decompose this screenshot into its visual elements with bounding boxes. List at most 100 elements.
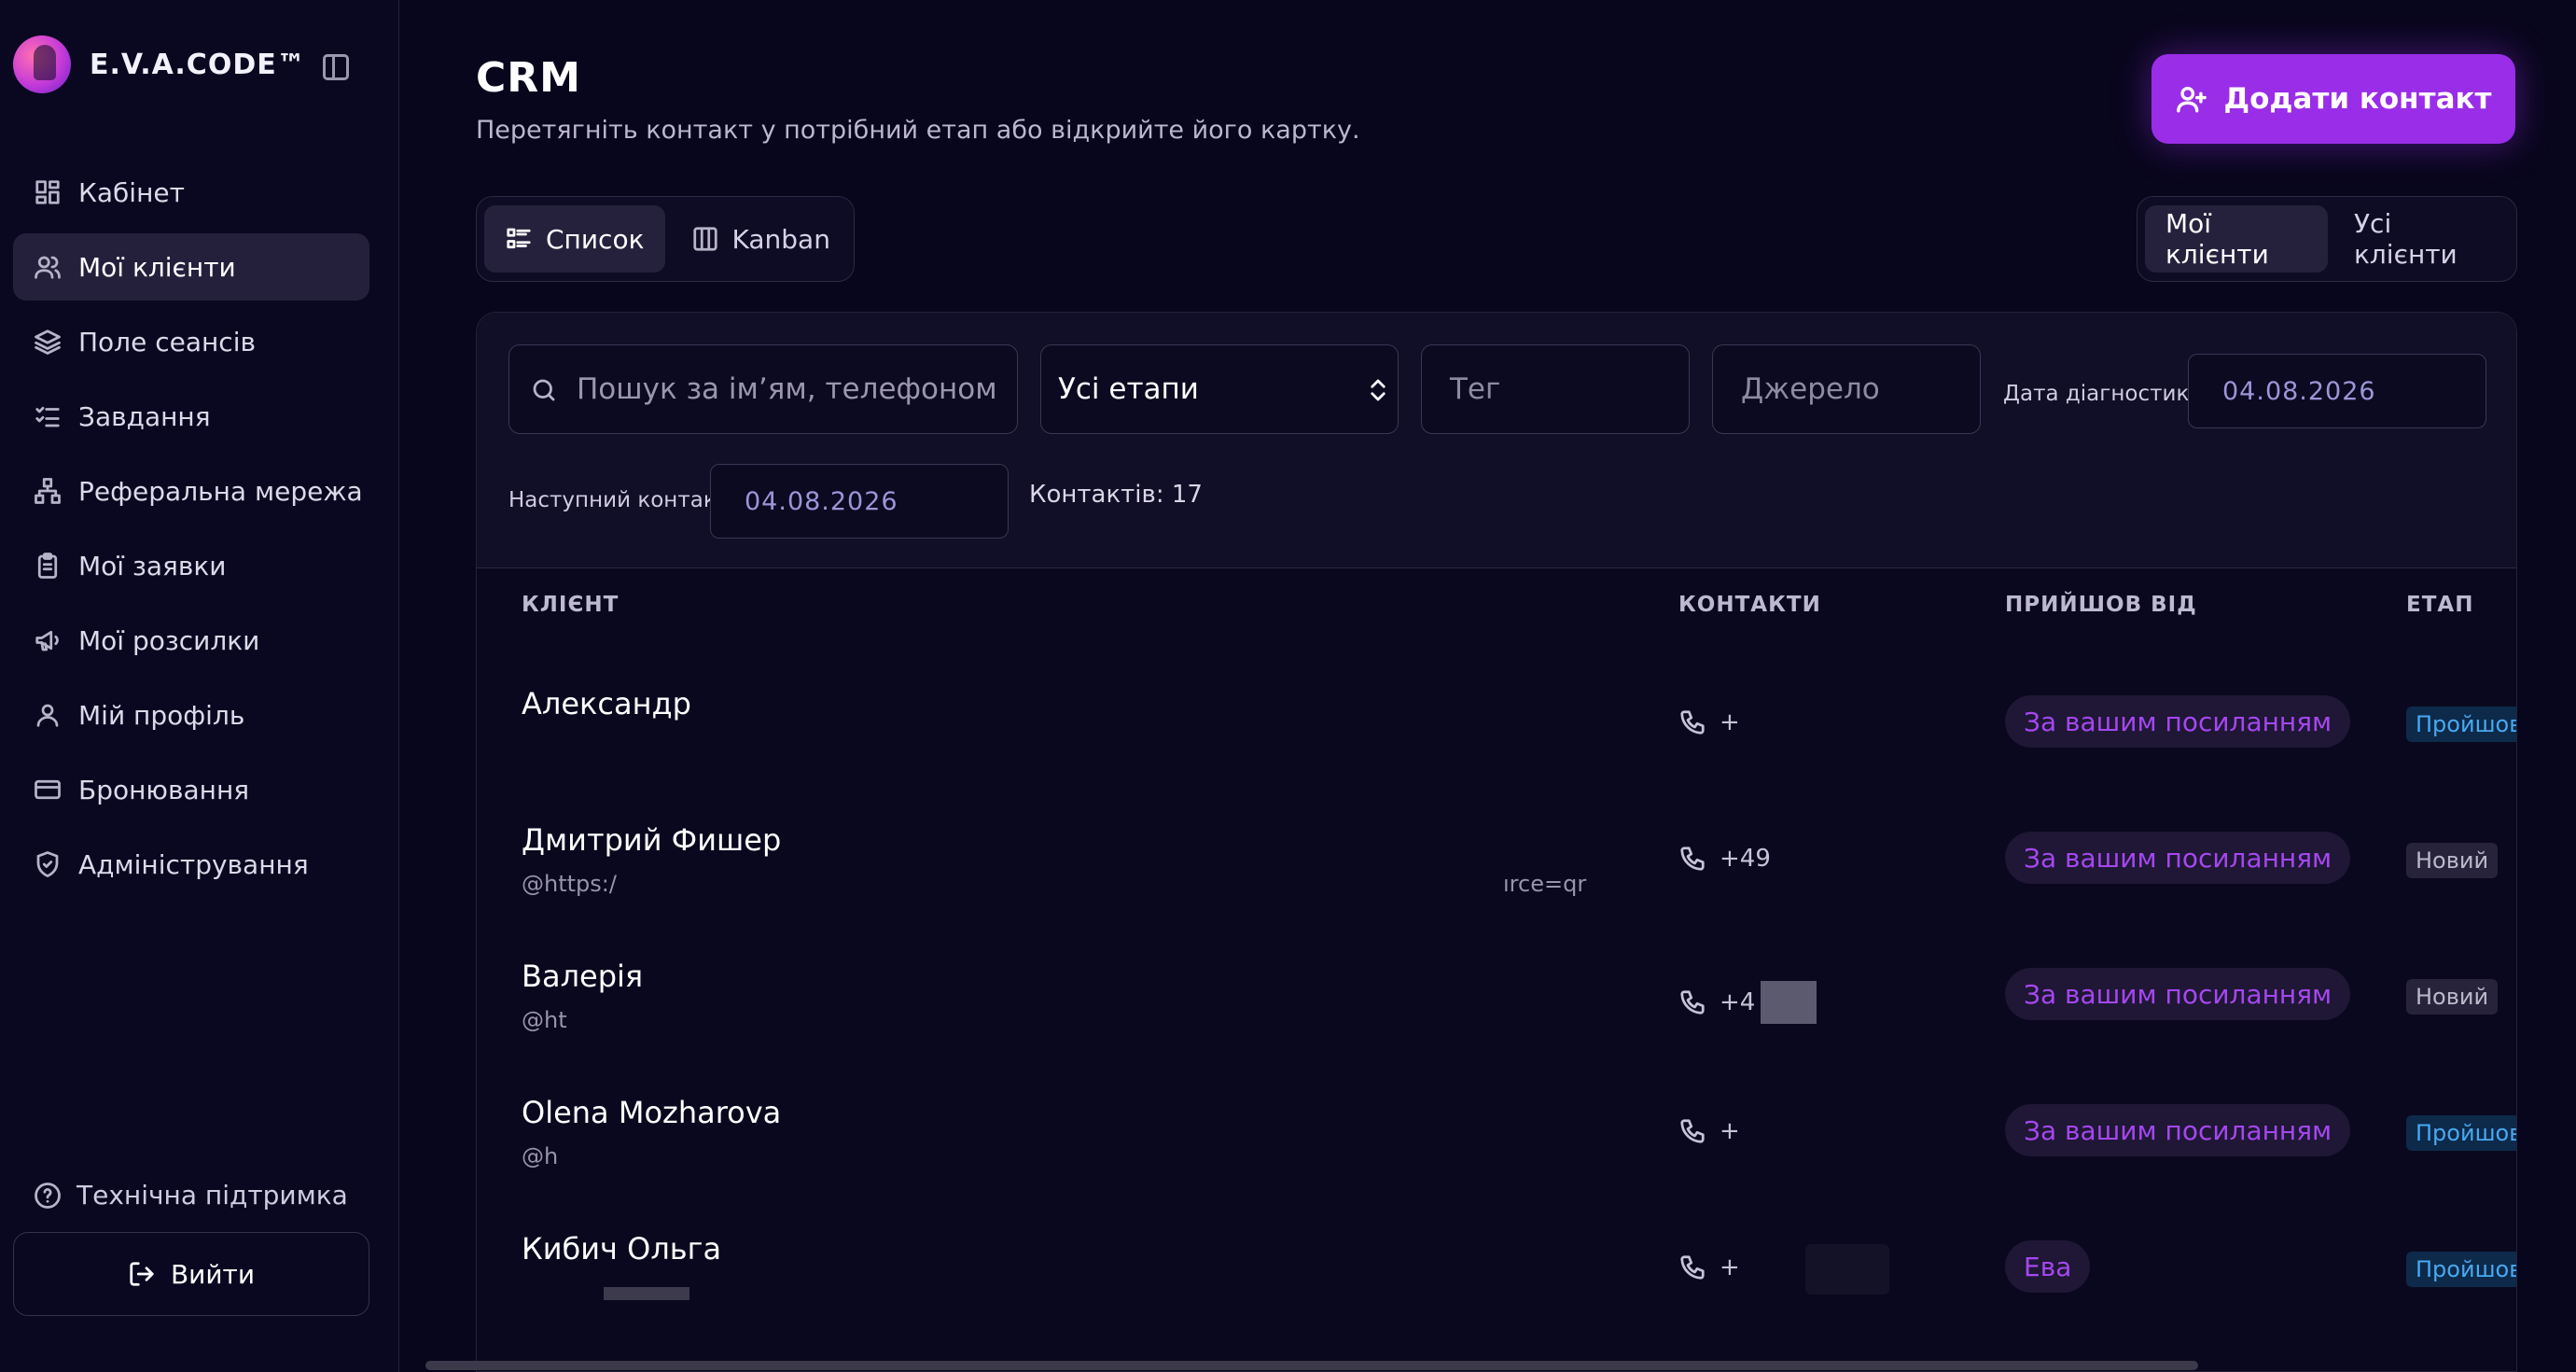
network-icon xyxy=(34,477,62,505)
sidebar-item-label: Мої заявки xyxy=(78,550,227,581)
filters-bar: Пошук за ім’ям, телефоном, є Усі етапи Т… xyxy=(477,313,2516,568)
add-contact-label: Додати контакт xyxy=(2223,82,2492,116)
table-row[interactable]: Olena Mozharova @h + За вашим посиланням… xyxy=(477,1069,2516,1205)
app: E.V.A.CODE™ Кабінет Мої клієнти Поле сеа… xyxy=(0,0,2576,1372)
scope-mine-button[interactable]: Мої клієнти xyxy=(2145,205,2328,273)
phone-icon xyxy=(1680,847,1705,871)
sidebar-item-profile[interactable]: Мій профіль xyxy=(13,681,369,749)
sidebar-item-mailings[interactable]: Мої розсилки xyxy=(13,607,369,674)
tag-input[interactable]: Тег xyxy=(1421,344,1690,434)
contacts-count: Контактів: 17 xyxy=(1029,481,1203,509)
stage-badge[interactable]: Пройшов xyxy=(2406,707,2516,742)
sidebar-item-my-clients[interactable]: Мої клієнти xyxy=(13,233,369,301)
view-toggle: Список Kanban xyxy=(476,196,855,282)
stage-select[interactable]: Усі етапи xyxy=(1040,344,1399,434)
logout-button[interactable]: Вийти xyxy=(13,1232,369,1316)
sidebar-item-tasks[interactable]: Завдання xyxy=(13,383,369,450)
client-name: Валерія xyxy=(522,959,644,994)
next-contact-label: Наступний контакт xyxy=(508,488,730,512)
table-row[interactable]: Дмитрий Фишер @https:/ ırce=qr +49 За ва… xyxy=(477,796,2516,932)
sidebar: E.V.A.CODE™ Кабінет Мої клієнти Поле сеа… xyxy=(0,0,399,1372)
sidebar-nav: Кабінет Мої клієнти Поле сеансів Завданн… xyxy=(13,159,369,905)
sidebar-item-label: Мої клієнти xyxy=(78,251,236,283)
list-icon xyxy=(505,225,533,253)
client-name: Кибич Ольга xyxy=(522,1231,722,1267)
user-icon xyxy=(34,701,62,729)
user-plus-icon xyxy=(2176,86,2207,113)
diagnostic-date-value: 04.08.2026 xyxy=(2222,376,2376,406)
client-phone[interactable]: + xyxy=(1678,1253,1740,1281)
add-contact-button[interactable]: Додати контакт xyxy=(2151,54,2515,144)
sidebar-item-admin[interactable]: Адміністрування xyxy=(13,831,369,898)
logout-icon xyxy=(128,1260,156,1288)
scope-all-button[interactable]: Усі клієнти xyxy=(2333,205,2509,273)
logo-icon xyxy=(13,35,71,93)
logout-label: Вийти xyxy=(170,1258,256,1290)
stage-badge[interactable]: Пройшов xyxy=(2406,1115,2516,1151)
search-input[interactable]: Пошук за ім’ям, телефоном, є xyxy=(508,344,1018,434)
stage-badge[interactable]: Пройшов xyxy=(2406,1252,2516,1287)
source-placeholder: Джерело xyxy=(1741,372,1880,406)
stage-select-value: Усі етапи xyxy=(1058,372,1199,406)
stage-badge[interactable]: Новий xyxy=(2406,843,2499,878)
phone-value: + xyxy=(1720,708,1740,736)
phone-icon xyxy=(1680,990,1705,1015)
phone-value: +4 xyxy=(1720,988,1756,1016)
support-label: Технічна підтримка xyxy=(77,1180,348,1211)
next-contact-date-input[interactable]: 04.08.2026 xyxy=(710,464,1009,539)
sidebar-item-requests[interactable]: Мої заявки xyxy=(13,532,369,599)
client-handle: @h xyxy=(522,1143,559,1169)
client-handle: @ht xyxy=(522,1007,567,1033)
sidebar-item-referral[interactable]: Реферальна мережа xyxy=(13,457,369,525)
scope-mine-label: Мої клієнти xyxy=(2165,208,2269,270)
client-phone[interactable]: +49 xyxy=(1678,845,1771,873)
phone-value: + xyxy=(1720,1253,1740,1281)
column-header-source[interactable]: ПРИЙШОВ ВІД xyxy=(2005,593,2197,617)
help-circle-icon xyxy=(34,1182,62,1210)
page-subtitle: Перетягніть контакт у потрібний етап або… xyxy=(476,116,1360,145)
source-chip: За вашим посиланням xyxy=(2005,832,2351,884)
sidebar-item-label: Поле сеансів xyxy=(78,326,256,357)
sidebar-item-dashboard[interactable]: Кабінет xyxy=(13,159,369,226)
tasks-icon xyxy=(34,402,62,430)
users-icon xyxy=(34,253,62,281)
sidebar-item-label: Мій профіль xyxy=(78,699,245,731)
horizontal-scrollbar[interactable] xyxy=(425,1361,2198,1370)
chevron-updown-icon xyxy=(1364,376,1392,404)
redaction-block xyxy=(1805,1244,1889,1295)
sidebar-item-booking[interactable]: Бронювання xyxy=(13,756,369,823)
diagnostic-date-label: Дата діагностики xyxy=(2003,382,2204,406)
sidebar-item-label: Бронювання xyxy=(78,774,250,805)
support-link[interactable]: Технічна підтримка xyxy=(34,1180,348,1211)
collapse-sidebar-icon[interactable] xyxy=(323,54,349,80)
view-list-button[interactable]: Список xyxy=(484,205,665,273)
sidebar-item-label: Реферальна мережа xyxy=(78,475,363,507)
sidebar-item-label: Кабінет xyxy=(78,176,185,208)
diagnostic-date-input[interactable]: 04.08.2026 xyxy=(2188,354,2486,428)
table-row[interactable]: Александр + За вашим посиланням Пройшов xyxy=(477,660,2516,796)
columns-icon xyxy=(691,225,719,253)
source-input[interactable]: Джерело xyxy=(1712,344,1981,434)
sidebar-item-sessions[interactable]: Поле сеансів xyxy=(13,308,369,375)
stage-badge[interactable]: Новий xyxy=(2406,979,2499,1015)
column-header-contacts[interactable]: КОНТАКТИ xyxy=(1678,593,1821,617)
dashboard-icon xyxy=(34,178,62,206)
view-kanban-button[interactable]: Kanban xyxy=(671,205,851,273)
table-row[interactable]: Валерія @ht +4 За вашим посиланням Новий xyxy=(477,932,2516,1069)
client-phone[interactable]: + xyxy=(1678,1117,1740,1145)
column-header-stage[interactable]: ЕТАП xyxy=(2406,593,2473,617)
sidebar-item-label: Мої розсилки xyxy=(78,624,260,656)
next-contact-date-value: 04.08.2026 xyxy=(745,486,898,516)
column-header-client[interactable]: КЛІЄНТ xyxy=(522,593,619,617)
tag-placeholder: Тег xyxy=(1450,372,1501,406)
phone-icon xyxy=(1680,710,1705,735)
sidebar-item-label: Адміністрування xyxy=(78,848,309,880)
phone-value: + xyxy=(1720,1117,1740,1145)
client-phone[interactable]: +4 xyxy=(1678,981,1817,1024)
table-row[interactable]: Кибич Ольга + Ева Пройшов xyxy=(477,1205,2516,1341)
main-content: CRM Перетягніть контакт у потрібний етап… xyxy=(399,0,2576,1372)
brand[interactable]: E.V.A.CODE™ xyxy=(13,35,306,93)
page-title: CRM xyxy=(476,54,581,102)
client-phone[interactable]: + xyxy=(1678,708,1740,736)
source-chip: За вашим посиланням xyxy=(2005,695,2351,748)
